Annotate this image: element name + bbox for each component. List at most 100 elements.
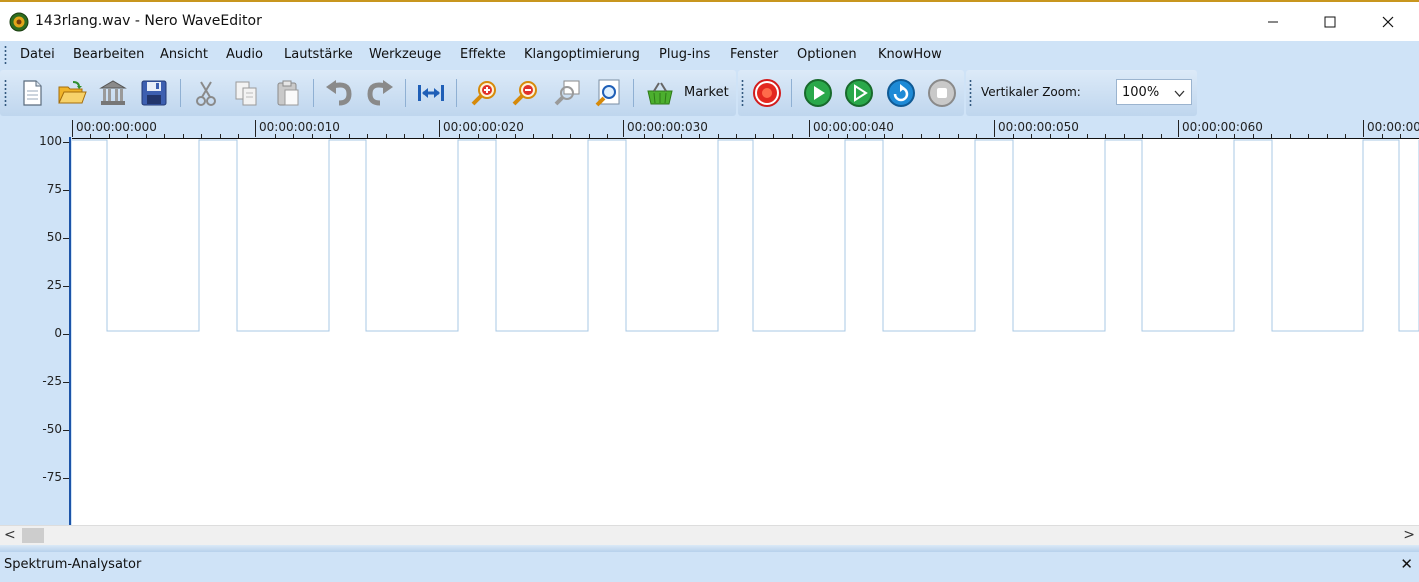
timeline-label: 00:00:00:050 <box>994 120 1079 137</box>
play-selection-icon <box>845 79 873 107</box>
loop-icon <box>887 79 915 107</box>
nero-wave-editor-window: 143rlang.wav - Nero WaveEditor Datei Bea… <box>0 0 1419 582</box>
timeline-minor-tick <box>164 134 166 138</box>
main-toolbar-panel: Market <box>0 70 736 116</box>
menu-lautstaerke[interactable]: Lautstärke <box>284 47 353 62</box>
timeline-minor-tick <box>1326 134 1328 138</box>
timeline-minor-tick <box>1271 134 1273 138</box>
transport-grip[interactable] <box>741 79 744 107</box>
save-button[interactable] <box>137 77 171 109</box>
scroll-right-arrow[interactable]: > <box>1403 527 1415 543</box>
undo-icon <box>326 80 352 106</box>
menu-klangoptimierung[interactable]: Klangoptimierung <box>524 47 640 62</box>
stop-button[interactable] <box>925 77 959 109</box>
zoom-out-button[interactable] <box>508 77 542 109</box>
y-tick <box>63 142 69 143</box>
toolbar-separator <box>313 79 314 107</box>
close-icon <box>1382 16 1394 28</box>
menu-fenster[interactable]: Fenster <box>730 47 778 62</box>
toolbar-separator <box>405 79 406 107</box>
play-button[interactable] <box>801 77 835 109</box>
vertical-zoom-select[interactable]: 100% <box>1116 79 1192 105</box>
minimize-icon <box>1268 21 1278 23</box>
maximize-button[interactable] <box>1307 4 1353 40</box>
timeline-minor-tick <box>643 134 645 138</box>
undo-button[interactable] <box>322 77 356 109</box>
menu-audio[interactable]: Audio <box>226 47 263 62</box>
menu-datei[interactable]: Datei <box>20 47 55 62</box>
waveform-editor[interactable]: 100 75 50 25 0 -25 -50 -75 00:00:00:000 … <box>0 117 1419 525</box>
timeline-minor-tick <box>754 134 756 138</box>
y-tick <box>63 286 69 287</box>
panel-divider[interactable] <box>0 545 1419 552</box>
paste-button[interactable] <box>271 77 305 109</box>
timeline-minor-tick <box>1049 134 1051 138</box>
timeline-minor-tick <box>920 134 922 138</box>
spectrum-analyzer-panel: Spektrum-Analysator ✕ <box>0 552 1419 582</box>
open-button[interactable] <box>55 77 89 109</box>
redo-button[interactable] <box>363 77 397 109</box>
new-file-button[interactable] <box>15 77 49 109</box>
toolbar-grip[interactable] <box>4 79 7 107</box>
timeline-minor-tick <box>367 134 369 138</box>
menu-bearbeiten[interactable]: Bearbeiten <box>73 47 144 62</box>
timeline-minor-tick <box>976 134 977 138</box>
timeline-minor-tick <box>773 134 775 138</box>
library-button[interactable] <box>96 77 130 109</box>
zoom-in-button[interactable] <box>467 77 501 109</box>
toolbar: Market Vertikaler Zoom: 100% <box>0 70 1419 117</box>
timeline-label: 00:00:00:000 <box>72 120 157 137</box>
menu-effekte[interactable]: Effekte <box>460 47 506 62</box>
timeline-minor-tick <box>274 134 276 138</box>
zoom-toolbar-grip[interactable] <box>969 79 972 107</box>
open-folder-icon <box>58 81 87 104</box>
timeline-minor-tick <box>662 134 664 138</box>
y-tick <box>63 238 69 239</box>
copy-button[interactable] <box>229 77 263 109</box>
zoom-full-icon <box>595 79 620 107</box>
cut-button[interactable] <box>189 77 223 109</box>
window-title: 143rlang.wav - Nero WaveEditor <box>35 13 262 29</box>
menubar-grip[interactable] <box>4 45 7 66</box>
menu-werkzeuge[interactable]: Werkzeuge <box>369 47 441 62</box>
market-button[interactable] <box>643 77 677 109</box>
timeline-minor-tick <box>1123 134 1125 138</box>
timeline-minor-tick <box>1252 134 1254 138</box>
market-label[interactable]: Market <box>684 85 729 100</box>
y-label-0: 0 <box>54 326 62 340</box>
timeline-ruler[interactable]: 00:00:00:000 00:00:00:010 00:00:00:020 0… <box>72 117 1419 139</box>
timeline-minor-tick <box>514 134 516 138</box>
vertical-zoom-label: Vertikaler Zoom: <box>981 85 1081 99</box>
zoom-full-button[interactable] <box>591 77 625 109</box>
zoom-selection-button[interactable] <box>550 77 584 109</box>
menu-optionen[interactable]: Optionen <box>797 47 857 62</box>
save-icon <box>141 80 167 106</box>
waveform-display[interactable] <box>72 139 1419 525</box>
scroll-left-arrow[interactable]: < <box>4 527 16 543</box>
record-button[interactable] <box>750 77 784 109</box>
spectrum-close-button[interactable]: ✕ <box>1400 555 1413 573</box>
y-tick <box>63 478 69 479</box>
toolbar-separator <box>456 79 457 107</box>
menu-knowhow[interactable]: KnowHow <box>878 47 942 62</box>
close-button[interactable] <box>1365 4 1411 40</box>
minimize-button[interactable] <box>1250 4 1296 40</box>
cut-icon <box>196 81 216 106</box>
y-tick <box>63 190 69 191</box>
maximize-icon <box>1324 16 1336 28</box>
timeline-minor-tick <box>496 134 498 138</box>
loop-button[interactable] <box>884 77 918 109</box>
play-selection-button[interactable] <box>842 77 876 109</box>
timeline-minor-tick <box>1308 134 1310 138</box>
timeline-minor-tick <box>108 134 110 138</box>
timeline-minor-tick <box>182 134 184 138</box>
menu-plug-ins[interactable]: Plug-ins <box>659 47 710 62</box>
menu-ansicht[interactable]: Ansicht <box>160 47 208 62</box>
timeline-minor-tick <box>791 134 793 138</box>
timeline-minor-tick <box>311 134 313 138</box>
fit-width-button[interactable] <box>414 77 448 109</box>
horizontal-scrollbar[interactable]: < > <box>0 525 1419 545</box>
y-tick <box>63 382 69 383</box>
scroll-thumb[interactable] <box>22 528 44 543</box>
timeline-label: 00:00:00:010 <box>255 120 340 137</box>
